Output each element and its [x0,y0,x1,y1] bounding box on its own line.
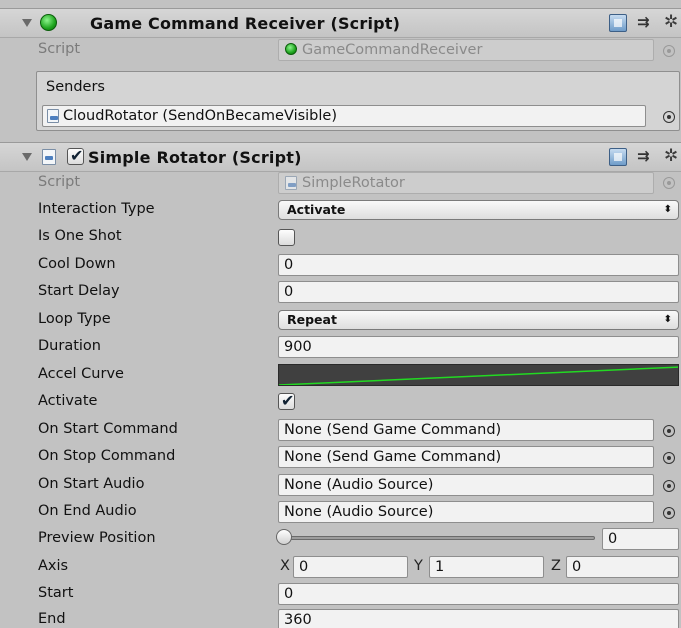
on-stop-command-field[interactable]: None (Send Game Command) [278,446,654,468]
preview-position-slider-thumb[interactable] [276,529,292,545]
script-field-value: SimpleRotator [302,175,405,191]
dropdown-arrow-icon: ⬍ [663,314,672,325]
axis-x-input[interactable]: 0 [293,556,408,578]
object-picker-icon[interactable] [663,425,675,437]
loop-type-label: Loop Type [38,311,111,327]
axis-y-label: Y [414,558,423,574]
activate-checkbox[interactable]: ✔ [278,391,295,410]
object-picker-icon[interactable] [663,177,675,189]
object-picker-icon[interactable] [663,507,675,519]
on-end-audio-label: On End Audio [38,503,137,519]
script-label: Script [38,174,81,190]
gear-icon[interactable]: ✲ [664,147,681,165]
sender-picker-icon[interactable] [663,111,675,123]
duration-label: Duration [38,338,101,354]
on-start-command-field[interactable]: None (Send Game Command) [278,419,654,441]
script-green-icon [285,43,297,55]
script-label: Script [38,41,81,57]
foldout-expanded-icon[interactable] [22,19,32,27]
start-delay-label: Start Delay [38,283,120,299]
inspector-panel: Game Command Receiver (Script) ⇉ ✲ Scrip… [0,0,681,628]
interaction-type-value: Activate [287,202,346,217]
script-field[interactable]: GameCommandReceiver [278,39,654,61]
preset-icon[interactable]: ⇉ [637,13,655,31]
start-label: Start [38,585,74,601]
simple-rotator-header[interactable]: ✔ Simple Rotator (Script) ⇉ ✲ [0,142,681,172]
axis-x-label: X [280,558,290,574]
cool-down-input[interactable]: 0 [278,254,679,276]
on-end-audio-field[interactable]: None (Audio Source) [278,501,654,523]
loop-type-value: Repeat [287,312,337,327]
preset-icon[interactable]: ⇉ [637,147,655,165]
on-start-command-label: On Start Command [38,421,178,437]
senders-label: Senders [46,79,105,95]
game-command-receiver-header[interactable]: Game Command Receiver (Script) ⇉ ✲ [0,8,681,38]
is-one-shot-label: Is One Shot [38,228,122,244]
preview-position-slider-track[interactable] [282,536,595,540]
axis-z-input[interactable]: 0 [566,556,679,578]
help-book-icon[interactable] [609,148,627,166]
script-field[interactable]: SimpleRotator [278,172,654,194]
curve-preview [279,366,678,385]
monobehaviour-green-icon [40,14,57,31]
gear-icon[interactable]: ✲ [664,13,681,31]
script-field-value: GameCommandReceiver [302,42,483,58]
component-title: Simple Rotator (Script) [88,148,302,167]
script-asset-icon [47,109,59,123]
interaction-type-label: Interaction Type [38,201,155,217]
curve-line [279,366,678,385]
cool-down-label: Cool Down [38,256,116,272]
preview-position-label: Preview Position [38,530,156,546]
loop-type-dropdown[interactable]: Repeat ⬍ [278,310,679,330]
interaction-type-dropdown[interactable]: Activate ⬍ [278,200,679,220]
checkmark-icon: ✔ [70,146,84,165]
object-picker-icon[interactable] [663,452,675,464]
axis-z-label: Z [551,558,561,574]
duration-input[interactable]: 900 [278,336,679,358]
object-picker-icon[interactable] [663,45,675,57]
sender-element-field[interactable]: CloudRotator (SendOnBecameVisible) [42,105,646,127]
component-title: Game Command Receiver (Script) [90,14,401,33]
start-delay-input[interactable]: 0 [278,281,679,303]
on-start-audio-field[interactable]: None (Audio Source) [278,474,654,496]
checkmark-icon: ✔ [281,391,295,410]
is-one-shot-checkbox[interactable] [278,229,295,246]
end-input[interactable]: 360 [278,609,679,628]
component-enabled-checkbox[interactable]: ✔ [67,146,84,165]
foldout-expanded-icon[interactable] [22,153,32,161]
activate-label: Activate [38,393,98,409]
dropdown-arrow-icon: ⬍ [663,204,672,215]
preview-position-input[interactable]: 0 [602,528,679,550]
sender-element-value: CloudRotator (SendOnBecameVisible) [63,108,337,124]
start-input[interactable]: 0 [278,583,679,605]
axis-label: Axis [38,558,69,574]
script-asset-icon [285,176,297,190]
on-start-audio-label: On Start Audio [38,476,145,492]
help-book-icon[interactable] [609,14,627,32]
object-picker-icon[interactable] [663,480,675,492]
on-stop-command-label: On Stop Command [38,448,176,464]
axis-y-input[interactable]: 1 [429,556,544,578]
accel-curve-label: Accel Curve [38,366,124,382]
end-label: End [38,611,66,627]
accel-curve-field[interactable] [278,364,679,386]
cs-script-icon [42,149,56,165]
